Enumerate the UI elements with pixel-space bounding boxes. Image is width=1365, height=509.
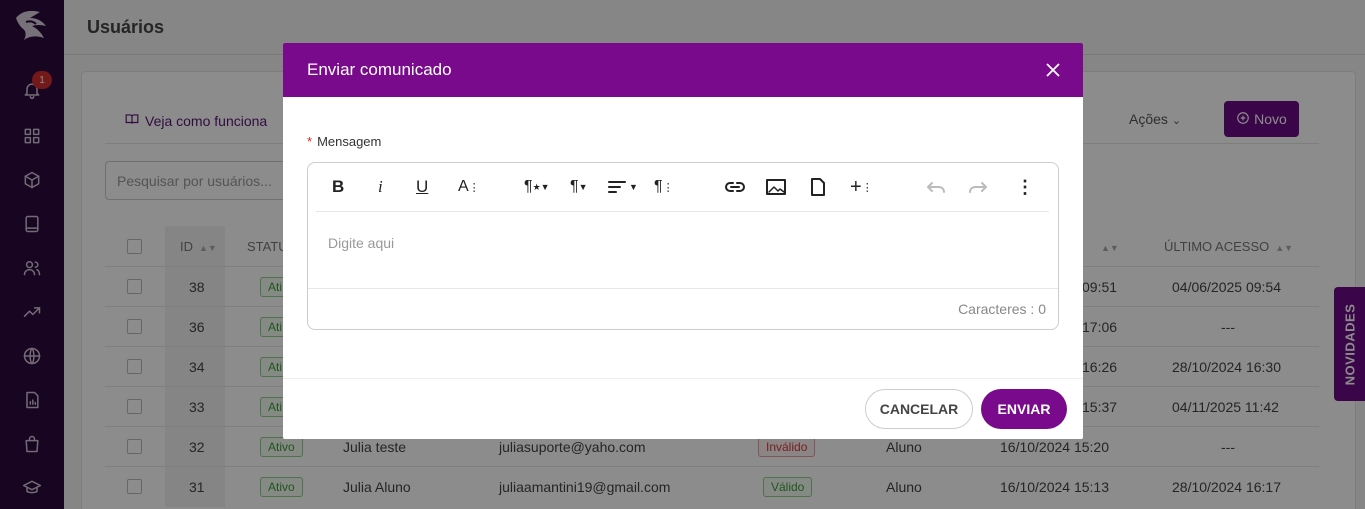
send-button[interactable]: ENVIAR — [981, 389, 1067, 429]
rich-text-editor[interactable]: B i U A ⋮ ¶ ★ ▼ ¶ ▼ ▼ ¶ ⋮ + ⋮ ⋮ Digite a… — [307, 162, 1059, 330]
paragraph-style-icon[interactable]: ¶ ★ ▼ — [524, 175, 550, 199]
editor-toolbar: B i U A ⋮ ¶ ★ ▼ ¶ ▼ ▼ ¶ ⋮ + ⋮ ⋮ — [316, 163, 1049, 212]
insert-more-icon[interactable]: + ⋮ — [850, 175, 873, 199]
undo-icon[interactable] — [926, 175, 946, 199]
italic-icon[interactable]: i — [378, 175, 383, 199]
redo-icon[interactable] — [968, 175, 988, 199]
send-message-modal: Enviar comunicado * Mensagem B i U A ⋮ ¶ ★ ▼… — [283, 43, 1083, 439]
message-label: * Mensagem — [307, 134, 381, 149]
required-marker: * — [307, 134, 313, 149]
bold-icon[interactable]: B — [332, 175, 344, 199]
image-icon[interactable] — [766, 175, 786, 199]
divider — [308, 288, 1058, 289]
cancel-button[interactable]: CANCELAR — [865, 389, 973, 429]
align-icon[interactable]: ▼ — [608, 175, 638, 199]
paragraph-more-icon[interactable]: ¶ ⋮ — [654, 175, 674, 199]
paragraph-icon[interactable]: ¶ ▼ — [570, 175, 588, 199]
message-label-text: Mensagem — [317, 134, 382, 149]
underline-icon[interactable]: U — [416, 175, 428, 199]
file-icon[interactable] — [810, 175, 826, 199]
more-vertical-icon[interactable]: ⋮ — [1016, 175, 1034, 199]
font-size-icon[interactable]: A ⋮ — [458, 175, 480, 199]
modal-title: Enviar comunicado — [307, 60, 452, 79]
modal-header: Enviar comunicado — [283, 43, 1083, 97]
link-icon[interactable] — [724, 175, 746, 199]
character-count: Caracteres : 0 — [958, 301, 1046, 317]
close-icon[interactable] — [1043, 60, 1063, 80]
editor-placeholder[interactable]: Digite aqui — [328, 235, 394, 251]
divider — [283, 378, 1083, 379]
